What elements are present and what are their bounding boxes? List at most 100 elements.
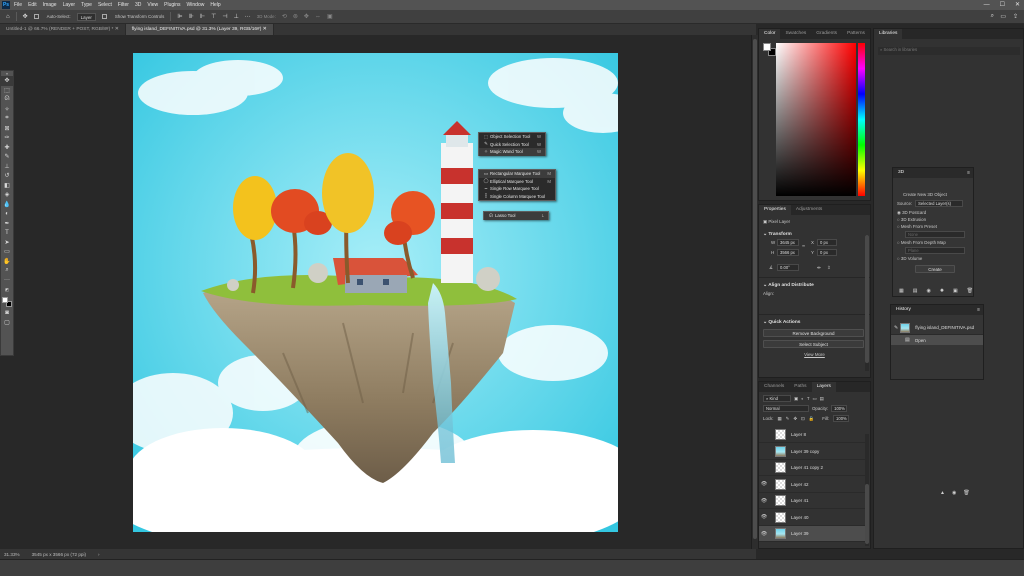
eraser-tool-icon[interactable]: ◧ <box>1 181 13 191</box>
tab-patterns[interactable]: Patterns <box>842 29 870 39</box>
auto-select-checkbox[interactable] <box>33 14 39 19</box>
layer-name[interactable]: Layer 40 <box>791 515 809 520</box>
lock-transparent-icon[interactable]: ▦ <box>778 416 782 422</box>
rectangle-tool-icon[interactable]: ▭ <box>1 247 13 257</box>
history-state-open[interactable]: ▤ Open <box>891 335 983 345</box>
lock-all-icon[interactable]: 🔒 <box>809 416 814 422</box>
y-field[interactable]: 0 px <box>817 249 837 256</box>
menu-view[interactable]: View <box>147 2 158 8</box>
maximize-button[interactable]: ☐ <box>1000 0 1005 10</box>
select-subject-button[interactable]: Select Subject <box>763 340 864 348</box>
lasso-tool-icon[interactable]: ᘏ <box>1 95 13 105</box>
camera-3d-icon[interactable]: ▣ <box>327 13 333 20</box>
fg-bg-color-swatch[interactable] <box>763 43 777 57</box>
search-icon[interactable]: ⌕ <box>991 13 994 20</box>
delete-icon[interactable]: 🗑 <box>967 288 973 294</box>
layer-name[interactable]: Layer 41 <box>791 498 809 503</box>
transform-title[interactable]: ⌄ Transform <box>759 225 870 237</box>
paint-bucket-icon[interactable]: ◈ <box>1 190 13 200</box>
layer-row[interactable]: Layer 8 <box>759 427 865 443</box>
flip-horizontal-icon[interactable]: ⇹ <box>817 265 821 271</box>
tab-properties[interactable]: Properties <box>759 205 791 215</box>
link-icon[interactable]: ∞ <box>802 243 805 248</box>
align-title[interactable]: ⌄ Align and Distribute <box>759 280 870 288</box>
magic-wand-tool-icon[interactable]: ✧ <box>1 105 13 115</box>
frame-tool-icon[interactable]: ⊠ <box>1 124 13 134</box>
source-dropdown[interactable]: Selected Layer(s) <box>915 200 964 207</box>
doc-tab-untitled[interactable]: Untitled-1 @ 66.7% (RENDER + POST, RGB/8… <box>0 24 126 35</box>
align-center-icon[interactable]: ⊪ <box>189 13 194 20</box>
tab-layers[interactable]: Layers <box>811 382 836 392</box>
filter-smart-icon[interactable]: ▤ <box>820 396 824 402</box>
menu-type[interactable]: Type <box>81 2 92 8</box>
layer-row[interactable]: Layer 41 copy 2 <box>759 460 865 476</box>
layer-row[interactable]: 👁 Layer 42 <box>759 477 865 493</box>
tab-gradients[interactable]: Gradients <box>811 29 842 39</box>
option-mesh-depth-map[interactable]: ○ Mesh From Depth Map <box>897 240 973 247</box>
menu-3d[interactable]: 3D <box>135 2 141 8</box>
object-selection-tool[interactable]: ⬚ Object Selection Tool W <box>479 133 545 141</box>
status-menu-icon[interactable]: › <box>98 552 100 557</box>
menu-window[interactable]: Window <box>187 2 205 8</box>
option-mesh-preset[interactable]: ○ Mesh From Preset <box>897 224 973 231</box>
color-field[interactable] <box>776 43 856 196</box>
libraries-search-input[interactable]: ⌕ Search in libraries <box>878 47 1020 55</box>
crop-tool-icon[interactable]: ⌗ <box>1 114 13 124</box>
x-field[interactable]: 0 px <box>817 239 837 246</box>
visibility-eye-icon[interactable]: 👁 <box>759 531 769 537</box>
move-tool-icon[interactable]: ✥ <box>23 13 28 20</box>
screen-mode-icon[interactable]: ▢ <box>1 318 13 328</box>
material-icon[interactable]: ◉ <box>926 288 930 294</box>
rectangular-marquee-tool[interactable]: ▭ Rectangular Marquee Tool M <box>479 170 555 178</box>
hand-tool-icon[interactable]: ✋ <box>1 257 13 267</box>
filter-type-icon[interactable]: T <box>807 396 810 401</box>
menu-help[interactable]: Help <box>210 2 220 8</box>
tab-channels[interactable]: Channels <box>759 382 789 392</box>
tab-libraries[interactable]: Libraries <box>874 29 903 39</box>
align-top-icon[interactable]: ⊤ <box>211 13 216 20</box>
menu-layer[interactable]: Layer <box>63 2 76 8</box>
opacity-field[interactable]: 100% <box>831 405 848 412</box>
tab-adjustments[interactable]: Adjustments <box>791 205 827 215</box>
brush-tool-icon[interactable]: ✎ <box>1 152 13 162</box>
layer-name[interactable]: Layer 42 <box>791 482 809 487</box>
document-info[interactable]: 3545 px x 3566 px (72 ppi) <box>32 552 86 557</box>
filter-adjustment-icon[interactable]: ◐ <box>801 396 804 401</box>
layer-name[interactable]: Layer 41 copy 2 <box>791 465 823 470</box>
scrollbar-thumb[interactable] <box>865 235 869 363</box>
lock-pixels-icon[interactable]: ✎ <box>786 416 790 422</box>
pen-tool-icon[interactable]: ✒ <box>1 219 13 229</box>
angle-field[interactable]: 0.00° <box>777 264 799 271</box>
lock-position-icon[interactable]: ✥ <box>793 416 797 422</box>
hue-slider[interactable] <box>858 43 865 196</box>
tab-color[interactable]: Color <box>759 29 781 39</box>
more-options-icon[interactable]: ··· <box>245 14 251 20</box>
doc-tab-flying-island[interactable]: flying island_DEFINITIVA.psd @ 31.3% (La… <box>125 24 274 35</box>
workspace-icon[interactable]: ▭ <box>1000 13 1006 20</box>
scrollbar-thumb[interactable] <box>865 484 869 544</box>
view-more-link[interactable]: View More <box>759 352 870 357</box>
minimize-button[interactable]: — <box>984 0 990 10</box>
zoom-level[interactable]: 31.33% <box>4 552 20 557</box>
properties-scrollbar[interactable] <box>865 235 869 371</box>
lock-artboard-icon[interactable]: ⊡ <box>801 416 805 422</box>
camera-icon[interactable]: ◉ <box>952 490 956 496</box>
fill-field[interactable]: 100% <box>833 415 850 422</box>
option-3d-extrusion[interactable]: ○ 3D Extrusion <box>897 217 973 224</box>
new-snapshot-icon[interactable]: ▲ <box>940 490 945 496</box>
slide-3d-icon[interactable]: ⇔ <box>315 14 321 20</box>
menu-edit[interactable]: Edit <box>28 2 37 8</box>
marquee-tool-icon[interactable]: ⬚ <box>1 86 13 96</box>
blur-tool-icon[interactable]: 💧 <box>1 200 13 210</box>
tab-history[interactable]: History <box>891 307 916 312</box>
clone-stamp-icon[interactable]: ⊥ <box>1 162 13 172</box>
drag-3d-icon[interactable]: ✥ <box>304 13 309 20</box>
zoom-tool-icon[interactable]: ⌕ <box>1 266 13 276</box>
close-button[interactable]: ✕ <box>1015 0 1020 10</box>
quick-selection-tool[interactable]: ✎ Quick Selection Tool W <box>479 141 545 149</box>
visibility-eye-icon[interactable]: 👁 <box>759 498 769 504</box>
visibility-eye-icon[interactable]: 👁 <box>759 481 769 487</box>
close-tab-icon[interactable]: ✕ <box>115 27 119 32</box>
share-icon[interactable]: ⇪ <box>1013 13 1018 20</box>
foreground-color-swatch[interactable] <box>763 43 771 51</box>
